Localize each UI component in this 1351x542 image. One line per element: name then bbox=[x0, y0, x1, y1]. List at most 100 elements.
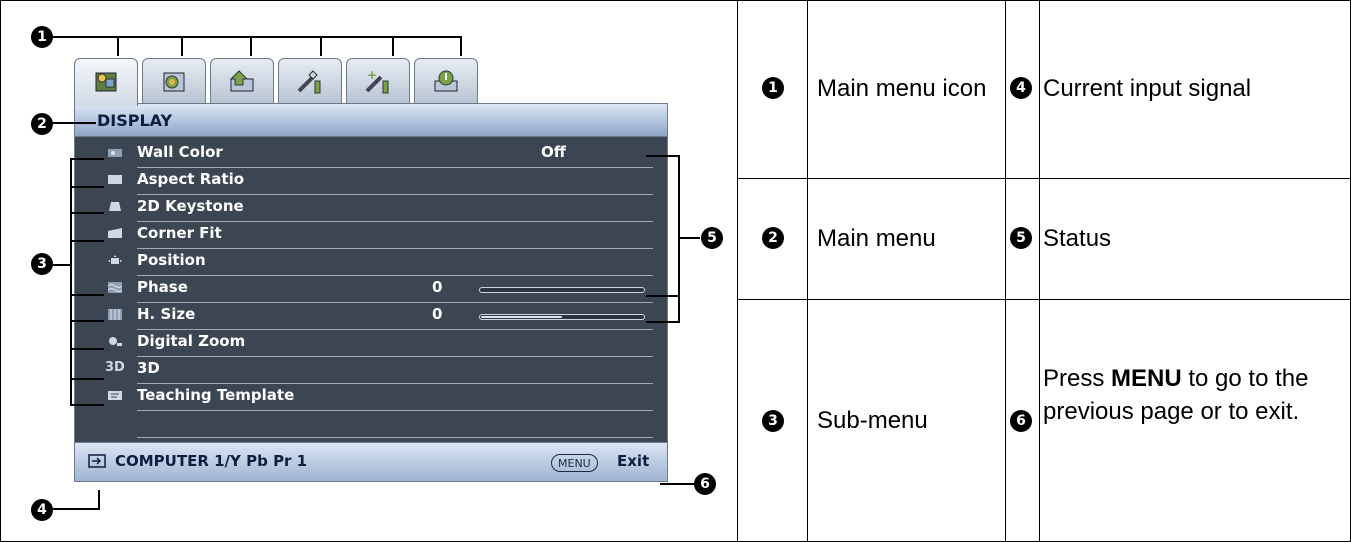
system-basic-tab-icon[interactable] bbox=[278, 58, 342, 103]
callout-line bbox=[52, 122, 96, 124]
submenu-item-teaching-template[interactable]: Teaching Template bbox=[75, 383, 669, 410]
menu-header: DISPLAY bbox=[74, 103, 668, 137]
legend-table: 1 Main menu icon 4 Current input signal … bbox=[737, 0, 1351, 541]
status-value: Off bbox=[541, 143, 566, 161]
phase-icon bbox=[108, 282, 122, 293]
main-menu-title: DISPLAY bbox=[97, 111, 173, 130]
status-value: 0 bbox=[432, 305, 443, 323]
legend-text-1: Main menu icon bbox=[817, 75, 987, 102]
submenu-item-label: H. Size bbox=[137, 305, 196, 323]
callout-line bbox=[70, 348, 104, 350]
submenu-item-label: Phase bbox=[137, 278, 188, 296]
svg-text:+: + bbox=[367, 68, 377, 82]
system-advanced-tab-icon[interactable]: + bbox=[346, 58, 410, 103]
menu-footer: COMPUTER 1/Y Pb Pr 1 MENU Exit bbox=[74, 442, 668, 482]
callout-line bbox=[460, 36, 462, 56]
table-divider bbox=[1005, 0, 1006, 541]
slider-fill bbox=[481, 316, 562, 318]
callout-line bbox=[646, 321, 680, 323]
callout-line bbox=[646, 155, 680, 157]
callout-line bbox=[660, 483, 694, 485]
submenu-item-label: Aspect Ratio bbox=[137, 170, 245, 188]
source-tab-icon[interactable] bbox=[210, 58, 274, 103]
input-source-icon bbox=[88, 454, 106, 468]
callout-line bbox=[678, 155, 680, 323]
callout-4: 4 bbox=[31, 499, 53, 521]
callout-line bbox=[70, 158, 72, 406]
divider bbox=[137, 410, 653, 411]
submenu-item-wall-color[interactable]: Wall Color Off bbox=[75, 140, 669, 167]
callout-line bbox=[646, 295, 680, 297]
legend-text-5: Status bbox=[1043, 225, 1112, 252]
status-value: 0 bbox=[432, 278, 443, 296]
callout-5: 5 bbox=[701, 227, 723, 249]
menu-key-label: MENU bbox=[1111, 365, 1182, 392]
table-divider bbox=[738, 299, 1351, 300]
current-input-signal: COMPUTER 1/Y Pb Pr 1 bbox=[115, 452, 308, 470]
menu-key-badge[interactable]: MENU bbox=[551, 454, 598, 472]
submenu-item-2d-keystone[interactable]: 2D Keystone bbox=[75, 194, 669, 221]
submenu-item-label: Teaching Template bbox=[137, 386, 295, 404]
digital-zoom-icon bbox=[109, 337, 122, 346]
3d-icon: 3D bbox=[105, 360, 125, 375]
divider bbox=[137, 437, 653, 438]
callout-line bbox=[117, 36, 119, 56]
display-tab-icon[interactable] bbox=[74, 58, 138, 106]
callout-line bbox=[70, 240, 104, 242]
table-divider bbox=[807, 0, 808, 541]
callout-6: 6 bbox=[694, 473, 716, 495]
submenu-item-h-size[interactable]: H. Size 0 bbox=[75, 302, 669, 329]
submenu-item-label: 3D bbox=[137, 359, 160, 377]
callout-2: 2 bbox=[31, 113, 53, 135]
legend-number-4: 4 bbox=[1010, 77, 1032, 99]
table-divider bbox=[738, 178, 1351, 179]
callout-line bbox=[70, 378, 104, 380]
callout-line bbox=[70, 320, 104, 322]
keystone-icon bbox=[109, 202, 121, 211]
callout-line bbox=[70, 294, 104, 296]
callout-line bbox=[320, 36, 322, 56]
submenu-item-corner-fit[interactable]: Corner Fit bbox=[75, 221, 669, 248]
submenu-item-digital-zoom[interactable]: Digital Zoom bbox=[75, 329, 669, 356]
phase-slider[interactable] bbox=[479, 287, 645, 293]
callout-line bbox=[392, 36, 394, 56]
legend-number-6: 6 bbox=[1010, 410, 1032, 432]
submenu-item-3d[interactable]: 3D 3D bbox=[75, 356, 669, 383]
callout-1: 1 bbox=[31, 26, 53, 48]
information-tab-icon[interactable] bbox=[414, 58, 478, 103]
callout-line bbox=[250, 36, 252, 56]
submenu-item-label: Digital Zoom bbox=[137, 332, 246, 350]
submenu-item-position[interactable]: Position bbox=[75, 248, 669, 275]
exit-label[interactable]: Exit bbox=[617, 452, 649, 470]
submenu-list: Wall Color Off Aspect Ratio 2D Keystone … bbox=[74, 137, 668, 442]
legend-number-1: 1 bbox=[762, 77, 784, 99]
legend-number-2: 2 bbox=[762, 227, 784, 249]
callout-line bbox=[70, 404, 104, 406]
legend-text-4: Current input signal bbox=[1043, 75, 1252, 102]
legend-text-6-pre: Press bbox=[1043, 365, 1112, 392]
teaching-template-icon bbox=[108, 391, 122, 400]
legend-text-2: Main menu bbox=[817, 225, 936, 252]
submenu-item-phase[interactable]: Phase 0 bbox=[75, 275, 669, 302]
submenu-item-label: Wall Color bbox=[137, 143, 223, 161]
table-divider bbox=[1039, 0, 1040, 541]
wall-color-icon bbox=[108, 149, 122, 157]
submenu-item-label: 2D Keystone bbox=[137, 197, 244, 215]
submenu-item-label: Position bbox=[137, 251, 206, 269]
callout-line bbox=[52, 36, 462, 38]
legend-number-3: 3 bbox=[762, 410, 784, 432]
corner-fit-icon bbox=[108, 228, 122, 238]
callout-line bbox=[181, 36, 183, 56]
callout-line bbox=[70, 186, 104, 188]
submenu-item-aspect-ratio[interactable]: Aspect Ratio bbox=[75, 167, 669, 194]
submenu-item-label: Corner Fit bbox=[137, 224, 222, 242]
h-size-slider[interactable] bbox=[479, 314, 645, 320]
picture-tab-icon[interactable] bbox=[142, 58, 206, 103]
legend-text-6: Press MENU to go to the previous page or… bbox=[1043, 362, 1343, 428]
callout-line bbox=[678, 237, 700, 239]
callout-line bbox=[70, 158, 104, 160]
aspect-ratio-icon bbox=[108, 175, 122, 184]
callout-line bbox=[70, 212, 104, 214]
callout-line bbox=[50, 264, 72, 266]
legend-text-3: Sub-menu bbox=[817, 407, 928, 434]
